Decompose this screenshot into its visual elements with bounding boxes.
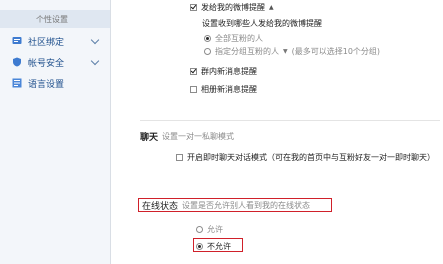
sidebar-item-label: 帐号安全 (28, 58, 65, 69)
album-msg-option[interactable]: 相册新消息提醒 (190, 84, 257, 95)
chat-mode-option[interactable]: 开启即时聊天对话模式（可在我的首页中与互粉好友一对一即时聊天） (176, 152, 435, 163)
chat-subtitle: 设置一对一私聊模式 (162, 132, 235, 141)
status-disallow-option[interactable]: 不允许 (196, 241, 231, 252)
online-status-header: 在线状态 设置是否允许别人看到我的在线状态 (142, 199, 310, 212)
chevron-down-icon[interactable] (90, 56, 100, 66)
chat-header: 聊天 设置一对一私聊模式 (140, 130, 234, 143)
sidebar-item-personal-settings[interactable]: 个性设置 (0, 10, 110, 28)
sidebar-item-community-binding[interactable]: 社区绑定 (0, 32, 110, 50)
weibo-remind-option[interactable]: 发给我的微博提醒 ▲ (190, 2, 274, 13)
status-allow-label: 允许 (207, 225, 223, 234)
album-msg-label: 相册新消息提醒 (201, 85, 257, 94)
chevron-down-icon[interactable]: ▼ (283, 48, 288, 55)
online-status-title: 在线状态 (142, 202, 179, 212)
status-allow-option[interactable]: 允许 (196, 224, 223, 235)
status-disallow-label: 不允许 (207, 242, 231, 251)
sidebar-item-account-security[interactable]: 帐号安全 (0, 53, 110, 71)
group-msg-checkbox[interactable] (190, 68, 197, 75)
caret-up-icon[interactable]: ▲ (269, 4, 274, 11)
remind-all-label: 全部互粉的人 (215, 34, 263, 43)
remind-group-option[interactable]: 指定分组互粉的人 ▼ (最多可以选择10个分组) (204, 46, 380, 57)
status-disallow-radio[interactable] (196, 243, 203, 250)
remind-group-label: 指定分组互粉的人 (215, 47, 279, 56)
remind-question: 设置收到哪些人发给我的微博提醒 (202, 18, 322, 29)
weibo-remind-checkbox[interactable] (190, 4, 197, 11)
group-msg-option[interactable]: 群内新消息提醒 (190, 66, 257, 77)
remind-group-hint: (最多可以选择10个分组) (291, 47, 381, 56)
album-msg-checkbox[interactable] (190, 86, 197, 93)
remind-all-option[interactable]: 全部互粉的人 (204, 33, 263, 44)
sidebar: 个性设置 社区绑定 帐号安全 语言设置 (0, 0, 111, 264)
sidebar-item-label: 语言设置 (28, 79, 65, 90)
chat-mode-label: 开启即时聊天对话模式（可在我的首页中与互粉好友一对一即时聊天） (187, 153, 435, 162)
sidebar-item-label: 个性设置 (36, 14, 68, 24)
language-icon (12, 78, 22, 88)
chat-mode-checkbox[interactable] (176, 154, 183, 161)
weibo-remind-label: 发给我的微博提醒 (201, 3, 265, 12)
online-status-subtitle: 设置是否允许别人看到我的在线状态 (182, 201, 311, 210)
group-msg-label: 群内新消息提醒 (201, 67, 257, 76)
sidebar-item-language[interactable]: 语言设置 (0, 74, 110, 92)
sidebar-item-label: 社区绑定 (28, 37, 65, 48)
remind-all-radio[interactable] (204, 35, 211, 42)
chat-title: 聊天 (140, 133, 159, 143)
section-divider (140, 120, 440, 121)
remind-group-radio[interactable] (204, 48, 211, 55)
remind-question-text: 设置收到哪些人发给我的微博提醒 (202, 19, 322, 28)
chevron-down-icon[interactable] (90, 35, 100, 45)
status-allow-radio[interactable] (196, 226, 203, 233)
link-icon (12, 36, 22, 46)
shield-icon (12, 57, 22, 67)
